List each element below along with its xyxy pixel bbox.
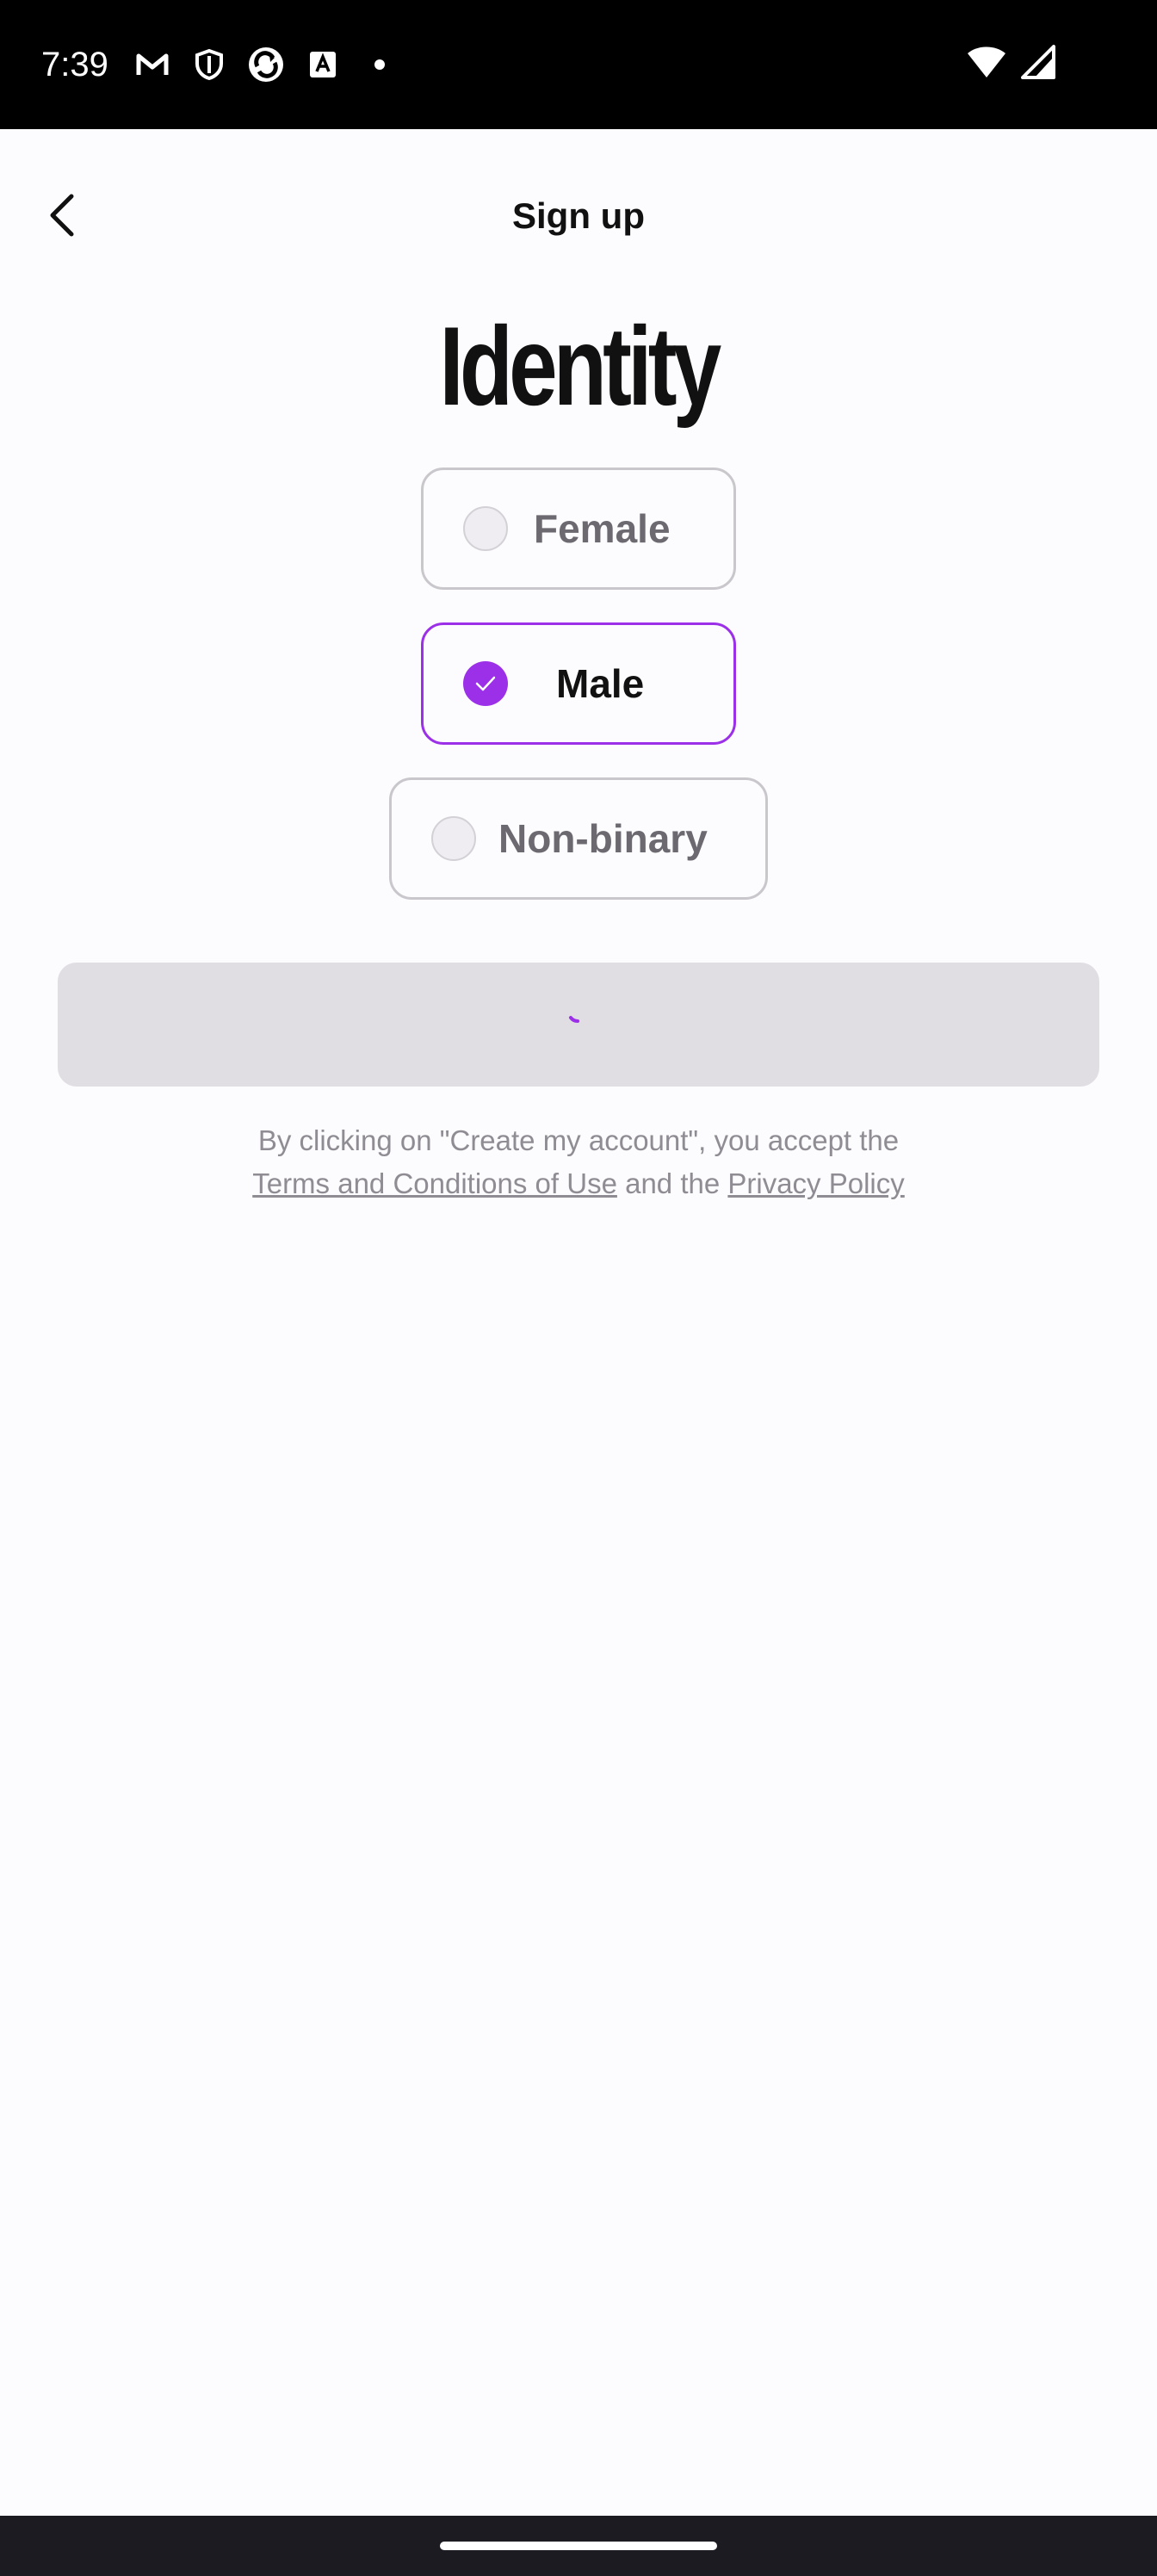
home-indicator[interactable] (440, 2542, 717, 2550)
option-non-binary[interactable]: Non-binary (389, 777, 768, 900)
system-icons (966, 45, 1055, 84)
legal-line-2: Terms and Conditions of Use and the Priv… (0, 1162, 1157, 1205)
legal-notice: By clicking on "Create my account", you … (0, 1119, 1157, 1205)
legal-line-1: By clicking on "Create my account", you … (257, 1124, 900, 1156)
signup-screen: 7:39 Sign up Identity Female Male Non-bi… (0, 0, 1157, 2576)
create-account-button[interactable] (58, 963, 1099, 1087)
radio-unchecked-icon (463, 506, 508, 551)
font-app-icon (304, 47, 342, 82)
navigation-bar (0, 2516, 1157, 2576)
option-female[interactable]: Female (421, 468, 736, 590)
gmail-icon (133, 47, 171, 82)
option-label: Female (534, 506, 671, 551)
legal-and-the: and the (625, 1167, 721, 1199)
notification-icons (133, 47, 399, 82)
signal-icon (1019, 45, 1055, 84)
dot-icon (361, 47, 399, 82)
shield-icon (190, 47, 228, 82)
option-male[interactable]: Male (421, 622, 736, 745)
header-title: Sign up (512, 195, 645, 236)
privacy-policy-link[interactable]: Privacy Policy (727, 1167, 904, 1199)
header: Sign up (0, 129, 1157, 314)
terms-link[interactable]: Terms and Conditions of Use (252, 1167, 617, 1199)
radio-checked-icon (463, 661, 508, 706)
radio-unchecked-icon (431, 816, 476, 861)
sync-app-icon (247, 47, 285, 82)
loading-spinner-icon (566, 1006, 591, 1032)
option-label: Male (556, 661, 645, 706)
wifi-icon (966, 45, 1007, 84)
option-label: Non-binary (498, 816, 708, 861)
page-title: Identity (439, 303, 721, 429)
status-bar: 7:39 (0, 0, 1157, 129)
status-time: 7:39 (41, 46, 108, 84)
